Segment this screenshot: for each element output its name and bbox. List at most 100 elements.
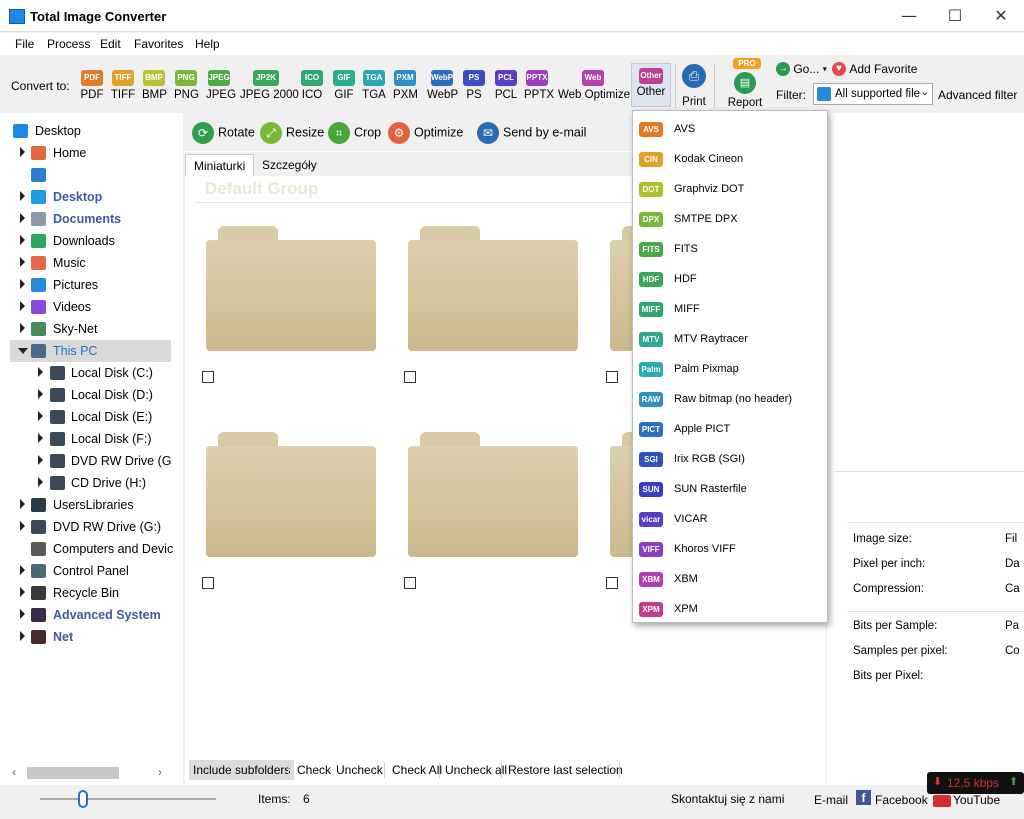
format-menu-item-palm[interactable]: Palm Palm Pixmap	[633, 354, 827, 384]
format-menu-item-miff[interactable]: MIFF MIFF	[633, 294, 827, 324]
minimize-button[interactable]: —	[886, 0, 932, 32]
tree-item[interactable]: Computers and Devic	[0, 538, 175, 560]
tree-item[interactable]: Advanced System	[0, 604, 175, 626]
facebook-icon[interactable]: f	[856, 790, 871, 805]
zoom-slider-track[interactable]	[40, 798, 216, 800]
expand-arrow-icon[interactable]	[38, 455, 43, 465]
tree-item[interactable]: Recycle Bin	[0, 582, 175, 604]
format-button-ico[interactable]: ICO ICO	[300, 70, 324, 101]
advanced-filter-link[interactable]: Advanced filter	[938, 88, 1017, 102]
format-menu-item-avs[interactable]: AVS AVS	[633, 114, 827, 144]
folder-thumbnail[interactable]	[206, 226, 376, 351]
format-button-pdf[interactable]: PDF PDF	[80, 70, 104, 101]
menu-edit[interactable]: Edit	[100, 37, 121, 51]
expand-arrow-icon[interactable]	[20, 191, 25, 201]
tree-item[interactable]: DVD RW Drive (G	[0, 450, 175, 472]
add-favorite-button[interactable]: ♥ Add Favorite	[832, 61, 917, 76]
send-by-e-mail-button[interactable]: ✉ Send by e-mail	[477, 122, 586, 144]
tree-item[interactable]: Videos	[0, 296, 175, 318]
tree-item[interactable]: Local Disk (E:)	[0, 406, 175, 428]
format-button-pcl[interactable]: PCL PCL	[493, 70, 519, 101]
format-menu-item-xpm[interactable]: XPM XPM	[633, 594, 827, 624]
format-button-bmp[interactable]: BMP BMP	[142, 70, 167, 101]
tree-item[interactable]	[0, 164, 175, 186]
facebook-link[interactable]: Facebook	[875, 793, 928, 807]
format-menu-item-dot[interactable]: DOT Graphviz DOT	[633, 174, 827, 204]
format-button-pxm[interactable]: PXM PXM	[393, 70, 418, 101]
filter-select[interactable]: All supported file ⌄	[813, 83, 933, 105]
format-button-jpeg[interactable]: JPEG JPEG	[206, 70, 236, 101]
format-menu-item-sgi[interactable]: SGI Irix RGB (SGI)	[633, 444, 827, 474]
youtube-link[interactable]: YouTube	[953, 793, 1000, 807]
tree-item[interactable]: UsersLibraries	[0, 494, 175, 516]
format-menu-item-cin[interactable]: CIN Kodak Cineon	[633, 144, 827, 174]
other-format-button[interactable]: Other Other	[631, 63, 671, 107]
tree-scrollbar[interactable]: ‹ ›	[0, 761, 183, 785]
tree-item[interactable]: Pictures	[0, 274, 175, 296]
crop-button[interactable]: ⌗ Crop	[328, 122, 381, 144]
expand-arrow-icon[interactable]	[20, 323, 25, 333]
format-menu-item-mtv[interactable]: MTV MTV Raytracer	[633, 324, 827, 354]
format-button-tiff[interactable]: TIFF TIFF	[110, 70, 136, 101]
expand-arrow-icon[interactable]	[20, 235, 25, 245]
thumbnail-checkbox[interactable]	[202, 577, 214, 589]
expand-arrow-icon[interactable]	[20, 257, 25, 267]
tree-item[interactable]: Local Disk (C:)	[0, 362, 175, 384]
tree-item[interactable]: Documents	[0, 208, 175, 230]
collapse-arrow-icon[interactable]	[18, 348, 28, 354]
print-button[interactable]: ⎙ Print	[680, 64, 708, 108]
check-button[interactable]: Check	[297, 763, 331, 777]
format-button-webp[interactable]: WebP WebP	[427, 70, 458, 101]
go-button[interactable]: → Go... ▾	[776, 61, 827, 76]
tree-item[interactable]: Net	[0, 626, 175, 648]
contact-link[interactable]: Skontaktuj się z nami	[671, 792, 784, 806]
expand-arrow-icon[interactable]	[20, 499, 25, 509]
expand-arrow-icon[interactable]	[20, 587, 25, 597]
tree-item[interactable]: Control Panel	[0, 560, 175, 582]
tree-item[interactable]: CD Drive (H:)	[0, 472, 175, 494]
expand-arrow-icon[interactable]	[20, 521, 25, 531]
tree-item[interactable]: Sky-Net	[0, 318, 175, 340]
thumbnail-checkbox[interactable]	[202, 371, 214, 383]
expand-arrow-icon[interactable]	[20, 565, 25, 575]
menu-favorites[interactable]: Favorites	[134, 37, 183, 51]
thumbnail-checkbox[interactable]	[404, 371, 416, 383]
expand-arrow-icon[interactable]	[20, 631, 25, 641]
tree-item[interactable]: Home	[0, 142, 175, 164]
menu-file[interactable]: File	[15, 37, 34, 51]
menu-help[interactable]: Help	[195, 37, 220, 51]
format-button-web[interactable]: Web Web Optimize	[558, 70, 630, 101]
tree-item[interactable]: Local Disk (F:)	[0, 428, 175, 450]
expand-arrow-icon[interactable]	[20, 301, 25, 311]
expand-arrow-icon[interactable]	[38, 477, 43, 487]
scroll-left-icon[interactable]: ‹	[12, 765, 16, 779]
format-button-ps[interactable]: PS PS	[462, 70, 486, 101]
tree-item[interactable]: Local Disk (D:)	[0, 384, 175, 406]
tree-item[interactable]: Desktop	[0, 120, 175, 142]
format-button-pptx[interactable]: PPTX PPTX	[524, 70, 554, 101]
tab-szczegoly[interactable]: Szczegóły	[254, 154, 325, 176]
youtube-icon[interactable]	[933, 795, 951, 807]
folder-thumbnail[interactable]	[408, 226, 578, 351]
expand-arrow-icon[interactable]	[38, 389, 43, 399]
uncheck-all-button[interactable]: Uncheck all	[445, 763, 507, 777]
optimize-button[interactable]: ⚙ Optimize	[388, 122, 463, 144]
expand-arrow-icon[interactable]	[20, 609, 25, 619]
tree-item[interactable]: Music	[0, 252, 175, 274]
folder-thumbnail[interactable]	[408, 432, 578, 557]
format-menu-item-hdf[interactable]: HDF HDF	[633, 264, 827, 294]
uncheck-button[interactable]: Uncheck	[336, 763, 383, 777]
expand-arrow-icon[interactable]	[20, 279, 25, 289]
expand-arrow-icon[interactable]	[20, 147, 25, 157]
scrollbar-thumb[interactable]	[27, 767, 119, 779]
tree-item[interactable]: This PC	[10, 340, 171, 362]
tab-miniaturki[interactable]: Miniaturki	[185, 154, 255, 176]
format-button-jp2k[interactable]: JP2K JPEG 2000	[240, 70, 299, 101]
expand-arrow-icon[interactable]	[20, 213, 25, 223]
restore-selection-button[interactable]: Restore last selection	[508, 763, 623, 777]
check-all-button[interactable]: Check All	[392, 763, 442, 777]
tree-item[interactable]: DVD RW Drive (G:)	[0, 516, 175, 538]
maximize-button[interactable]: ☐	[932, 0, 978, 32]
menu-process[interactable]: Process	[47, 37, 90, 51]
tree-item[interactable]: Downloads	[0, 230, 175, 252]
